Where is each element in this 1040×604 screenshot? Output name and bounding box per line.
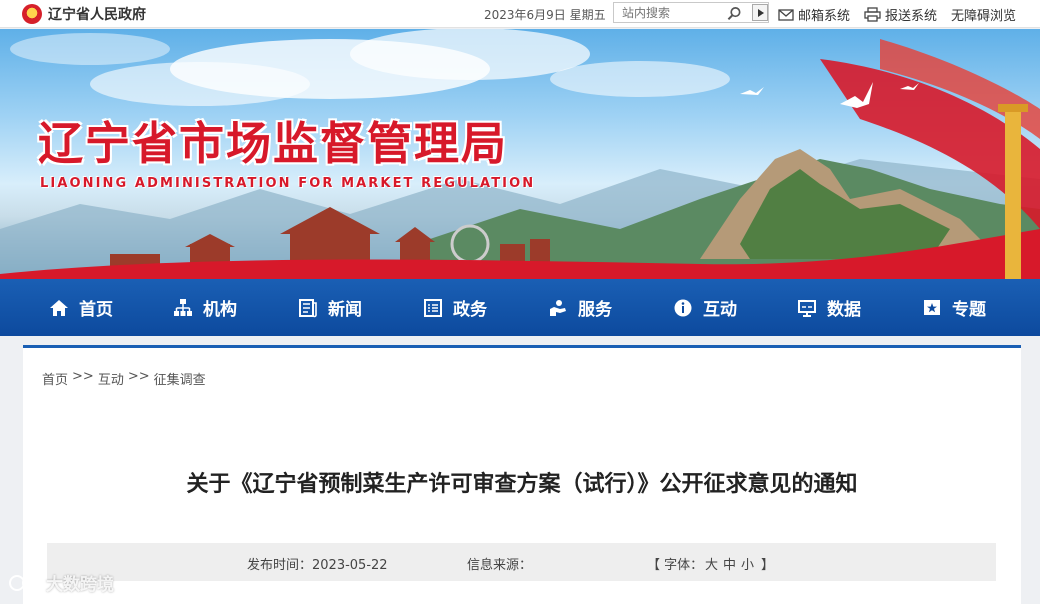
list-icon [424,298,442,317]
font-size-large[interactable]: 大 [705,554,718,573]
mail-icon [778,8,794,21]
nav-interact-label: 互动 [703,300,737,320]
nav-service[interactable]: 服务 [548,279,612,336]
main-nav: 首页 机构 新闻 政务 服务 互动 数据 专题 [0,279,1040,336]
breadcrumb-home[interactable]: 首页 [42,369,68,388]
nav-affairs[interactable]: 政务 [423,279,487,336]
font-size-medium[interactable]: 中 [723,554,736,573]
breadcrumb-separator: >> [72,369,94,384]
accessible-browse-link[interactable]: 无障碍浏览 [951,5,1016,24]
breadcrumb-separator: >> [127,369,150,384]
watermark-text: 大数跨境 [46,575,114,595]
mail-system-link[interactable]: 邮箱系统 [778,5,850,24]
service-icon [550,299,566,316]
watermark: 大数跨境 [8,570,114,595]
gov-link[interactable]: 辽宁省人民政府 [22,3,146,25]
header-banner: 辽宁省市场监督管理局 LIAONING ADMINISTRATION FOR M… [0,29,1040,279]
mail-system-label: 邮箱系统 [798,9,851,24]
news-icon [299,298,317,317]
article-title: 关于《辽宁省预制菜生产许可审查方案（试行）》公开征求意见的通知 [186,472,858,497]
watermark-logo-icon [9,574,38,591]
top-bar: 辽宁省人民政府 2023年6月9日 星期五 邮箱系统 报送系统 无障碍浏览 [0,0,1040,28]
font-size-small[interactable]: 小 [741,554,754,573]
nav-interact[interactable]: 互动 [673,279,737,336]
nav-topic-label: 专题 [952,300,986,320]
agency-english-title: LIAONING ADMINISTRATION FOR MARKET REGUL… [40,176,536,191]
current-date: 2023年6月9日 星期五 [484,8,606,22]
nav-org-label: 机构 [203,300,237,320]
org-chart-icon [174,298,192,316]
breadcrumb: 首页 >> 互动 >> 征集调查 [42,369,206,388]
agency-title: 辽宁省市场监督管理局 [38,117,509,170]
nav-news[interactable]: 新闻 [298,279,362,336]
accessible-browse-label: 无障碍浏览 [951,9,1017,24]
nav-news-label: 新闻 [328,300,362,320]
gov-name: 辽宁省人民政府 [48,7,146,23]
nav-service-label: 服务 [578,300,612,320]
site-search [613,2,769,23]
nav-affairs-label: 政务 [453,300,487,320]
star-icon [924,299,940,315]
nav-org[interactable]: 机构 [173,279,237,336]
info-icon [674,299,692,316]
font-size-close: 】 [761,558,775,573]
data-icon [798,299,816,317]
breadcrumb-interact[interactable]: 互动 [98,369,124,388]
search-icon[interactable] [727,6,742,21]
font-size-label: 【 字体： [647,558,704,573]
nav-home-label: 首页 [79,300,113,320]
breadcrumb-survey[interactable]: 征集调查 [154,369,206,388]
info-source: 信息来源： [467,558,533,573]
article-meta-bar: 发布时间：2023-05-22 信息来源： 【 字体： 大 中 小 】 [47,543,996,581]
publish-time: 发布时间：2023-05-22 [247,558,388,573]
national-emblem-icon [22,4,42,24]
nav-data-label: 数据 [827,300,861,320]
home-icon [50,299,68,316]
report-system-link[interactable]: 报送系统 [864,5,937,24]
nav-data[interactable]: 数据 [797,279,861,336]
search-input[interactable] [614,3,744,22]
search-submit-button[interactable] [752,4,768,21]
printer-icon [864,7,881,22]
report-system-label: 报送系统 [885,9,938,24]
nav-home[interactable]: 首页 [49,279,113,336]
article-panel: 首页 >> 互动 >> 征集调查 关于《辽宁省预制菜生产许可审查方案（试行）》公… [23,345,1021,604]
nav-topic[interactable]: 专题 [922,279,986,336]
